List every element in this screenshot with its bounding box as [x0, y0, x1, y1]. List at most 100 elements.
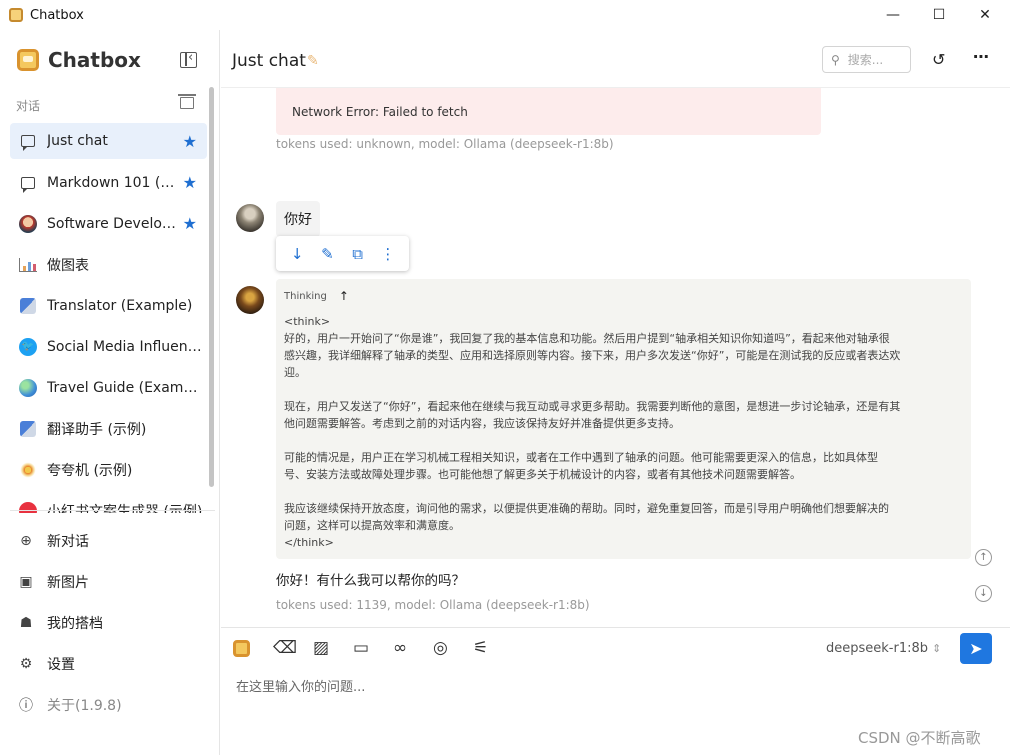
arrow-down-icon[interactable]: ↓: [287, 245, 307, 263]
conversation-item-chart[interactable]: 做图表: [10, 244, 207, 285]
sliders-icon[interactable]: ⚟: [473, 638, 513, 658]
sidebar-scrollbar[interactable]: [209, 87, 214, 487]
star-icon[interactable]: ★: [183, 214, 197, 233]
chat-title: Just chat: [232, 51, 306, 71]
sidebar-menu: ⊕ 新对话 ▣ 新图片 ☗ 我的搭档 ⚙ 设置 ⓘ 关于(1.9.8): [18, 520, 208, 725]
window-title: Chatbox: [30, 7, 84, 23]
thinking-line: 问题，这样可以提高效率和满意度。: [284, 519, 460, 532]
conversation-label: Markdown 101 (Example): [47, 174, 181, 191]
chevron-updown-icon: ⇕: [932, 642, 942, 655]
watermark: CSDN @不断高歌: [858, 729, 981, 747]
star-icon[interactable]: ★: [183, 173, 197, 192]
thinking-line: 好的，用户一开始问了“你是谁”，我回复了我的基本信息和功能。然后用户提到“轴承相…: [284, 332, 890, 345]
thinking-gap: [284, 432, 964, 449]
eraser-icon[interactable]: ⌫: [273, 638, 313, 658]
conversation-item-translate-assistant[interactable]: 翻译助手 (示例): [10, 408, 207, 449]
menu-label: 关于(1.9.8): [47, 697, 122, 714]
conversation-list: Just chat ★ Markdown 101 (Example) ★ Sof…: [0, 123, 210, 513]
thinking-gap: [284, 381, 964, 398]
collapse-sidebar-icon[interactable]: [180, 50, 197, 68]
scroll-up-icon[interactable]: ↑: [975, 549, 992, 566]
conversation-label: 小红书文案生成器 (示例): [47, 503, 203, 514]
conversation-label: Social Media Influencer (Example): [47, 338, 203, 355]
minimize-button[interactable]: —: [870, 0, 916, 30]
xiaohongshu-icon: [19, 501, 37, 513]
info-icon: ⓘ: [19, 697, 33, 714]
model-selector[interactable]: deepseek-r1:8b ⇕: [826, 641, 941, 656]
brand-name: Chatbox: [48, 48, 141, 72]
menu-label: 设置: [47, 656, 75, 673]
close-button[interactable]: ✕: [962, 0, 1008, 30]
my-partners-button[interactable]: ☗ 我的搭档: [18, 602, 208, 643]
conversation-label: Travel Guide (Example): [47, 379, 203, 396]
about-button[interactable]: ⓘ 关于(1.9.8): [18, 684, 208, 725]
brand: Chatbox: [17, 48, 141, 72]
conversation-item-translator[interactable]: Translator (Example): [10, 285, 207, 326]
globe-icon: [19, 378, 37, 397]
search-icon: ⚲: [831, 52, 840, 67]
thinking-content: <think> 好的，用户一开始问了“你是谁”，我回复了我的基本信息和功能。然后用…: [284, 313, 964, 551]
thinking-toggle[interactable]: Thinking ↑: [284, 289, 349, 303]
chatbox-logo-icon[interactable]: [233, 638, 273, 658]
thinking-label: Thinking: [284, 290, 327, 302]
error-message: Network Error: Failed to fetch: [276, 88, 821, 135]
conversation-label: Software Developer (Example): [47, 215, 181, 232]
twitter-icon: 🐦: [19, 337, 37, 356]
edit-icon[interactable]: ✎: [317, 245, 337, 263]
flower-icon: [19, 460, 37, 479]
developer-avatar-icon: [19, 214, 37, 233]
link-icon[interactable]: ∞: [393, 638, 433, 658]
gear-icon: ⚙: [19, 655, 33, 672]
thinking-line: 号、安装方法或故障处理步骤。也可能他想了解更多关于机械设计的内容，或者有其他技术…: [284, 468, 801, 481]
assistant-message: Thinking ↑ <think> 好的，用户一开始问了“你是谁”，我回复了我的…: [276, 279, 971, 559]
more-vertical-icon[interactable]: ⋮: [378, 245, 398, 263]
plus-circle-icon: ⊕: [20, 532, 32, 549]
conversation-label: 夸夸机 (示例): [47, 462, 133, 479]
image-icon[interactable]: ▨: [313, 638, 353, 658]
thinking-line: 现在，用户又发送了“你好”，看起来他在继续与我互动或寻求更多帮助。我需要判断他的…: [284, 400, 901, 413]
message-meta: tokens used: unknown, model: Ollama (dee…: [276, 137, 614, 151]
conversation-item-travel-guide[interactable]: Travel Guide (Example): [10, 367, 207, 408]
menu-label: 我的搭档: [47, 615, 103, 632]
search-placeholder: 搜索...: [847, 53, 884, 67]
message-toolbar: ↓ ✎ ⧉ ⋮: [276, 236, 409, 271]
globe-icon[interactable]: ◎: [433, 638, 473, 658]
maximize-button[interactable]: ☐: [916, 0, 962, 30]
new-chat-button[interactable]: ⊕ 新对话: [18, 520, 208, 561]
search-input[interactable]: ⚲ 搜索...: [822, 46, 911, 73]
conversation-item-social-media[interactable]: 🐦 Social Media Influencer (Example): [10, 326, 207, 367]
thinking-line: 他问题需要解答。考虑到之前的对话内容，我应该保持友好并准备提供更多支持。: [284, 417, 680, 430]
send-icon: ➤: [969, 639, 983, 658]
scroll-down-icon[interactable]: ↓: [975, 585, 992, 602]
conversation-label: Just chat: [47, 133, 108, 149]
user-avatar: [236, 204, 264, 232]
message-input[interactable]: 在这里输入你的问题...: [236, 676, 365, 695]
settings-button[interactable]: ⚙ 设置: [18, 643, 208, 684]
conversation-item-software-developer[interactable]: Software Developer (Example) ★: [10, 203, 207, 244]
new-image-button[interactable]: ▣ 新图片: [18, 561, 208, 602]
copy-icon[interactable]: ⧉: [348, 245, 368, 263]
conversation-item-just-chat[interactable]: Just chat ★: [10, 123, 207, 159]
chatbox-logo-icon: [17, 49, 39, 71]
chart-icon: [19, 257, 37, 272]
conversation-item-markdown[interactable]: Markdown 101 (Example) ★: [10, 162, 207, 203]
more-menu-icon[interactable]: ⋯: [973, 47, 989, 66]
star-icon[interactable]: ★: [183, 132, 197, 151]
user-message: 你好: [276, 201, 320, 237]
chat-bubble-icon: [21, 135, 35, 151]
conversation-label: 做图表: [47, 257, 89, 274]
folder-icon[interactable]: ▭: [353, 638, 393, 658]
history-icon[interactable]: ↺: [932, 50, 945, 69]
error-text: Network Error: Failed to fetch: [292, 105, 468, 119]
send-button[interactable]: ➤: [960, 633, 992, 664]
translator-icon: [20, 297, 36, 314]
section-label: 对话: [16, 99, 41, 113]
conversation-label: Translator (Example): [47, 297, 193, 314]
sidebar-divider: [10, 510, 215, 511]
conversation-item-praise-bot[interactable]: 夸夸机 (示例): [10, 449, 207, 490]
title-bar: Chatbox — ☐ ✕: [0, 0, 1010, 30]
app-logo-icon: [9, 8, 23, 22]
archive-icon[interactable]: [178, 94, 196, 109]
thinking-gap: [284, 483, 964, 500]
edit-title-icon[interactable]: ✎: [307, 53, 319, 69]
